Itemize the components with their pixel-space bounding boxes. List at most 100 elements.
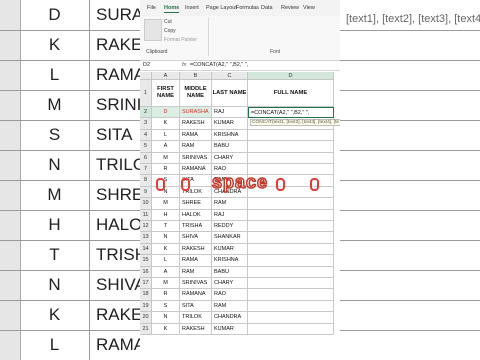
- tab-data[interactable]: Data: [261, 5, 273, 11]
- cell-last-name[interactable]: SHANKAR: [212, 232, 248, 244]
- copy-button[interactable]: Copy: [164, 28, 176, 34]
- tab-file[interactable]: File: [147, 5, 156, 11]
- cell-last-name[interactable]: RAJ: [212, 107, 248, 119]
- cell-last-name[interactable]: KRISHNA: [212, 255, 248, 267]
- cell-middle-name[interactable]: SRINIVAS: [180, 152, 212, 164]
- header-last-name[interactable]: LAST NAME: [212, 80, 248, 107]
- cell-middle-name[interactable]: SRINIVAS: [180, 278, 212, 290]
- cell-full-name[interactable]: [248, 232, 334, 244]
- column-header-b[interactable]: B: [180, 72, 212, 80]
- cell-last-name[interactable]: KUMAR: [212, 118, 248, 130]
- row-header[interactable]: 12: [140, 221, 152, 233]
- cell-first-name[interactable]: N: [152, 232, 180, 244]
- header-full-name[interactable]: FULL NAME: [248, 80, 334, 107]
- tab-formulas[interactable]: Formulas: [236, 5, 259, 11]
- cell-last-name[interactable]: RAM: [212, 300, 248, 313]
- cell-full-name[interactable]: [248, 198, 334, 210]
- cell-first-name[interactable]: L: [152, 129, 180, 142]
- header-first-name[interactable]: FIRST NAME: [152, 80, 180, 107]
- cell-last-name[interactable]: BABU: [212, 266, 248, 278]
- row-header[interactable]: 4: [140, 129, 152, 142]
- row-header[interactable]: 20: [140, 312, 152, 324]
- row-header[interactable]: 11: [140, 209, 152, 221]
- row-header[interactable]: 2: [140, 107, 152, 119]
- row-header[interactable]: 14: [140, 243, 152, 256]
- cell-first-name[interactable]: H: [152, 209, 180, 221]
- corner-select-all[interactable]: [140, 72, 152, 80]
- cell-full-name[interactable]: [248, 221, 334, 233]
- tab-page-layout[interactable]: Page Layout: [206, 5, 237, 11]
- format-painter-button[interactable]: Format Painter: [164, 37, 197, 43]
- cell-last-name[interactable]: RAM: [212, 198, 248, 210]
- cell-last-name[interactable]: CHARY: [212, 152, 248, 164]
- cell-middle-name[interactable]: RAM: [180, 141, 212, 153]
- row-header[interactable]: 8: [140, 175, 152, 187]
- cell-full-name[interactable]: [248, 323, 334, 335]
- cell-middle-name[interactable]: RAMA: [180, 129, 212, 142]
- tab-view[interactable]: View: [303, 5, 315, 11]
- formula-input[interactable]: =CONCAT(A2," ",B2," ",: [190, 62, 248, 68]
- cut-button[interactable]: Cut: [164, 19, 172, 25]
- cell-first-name[interactable]: A: [152, 266, 180, 278]
- cell-full-name[interactable]: [248, 255, 334, 267]
- cell-full-name[interactable]: [248, 289, 334, 301]
- row-header[interactable]: 6: [140, 152, 152, 164]
- cell-first-name[interactable]: T: [152, 221, 180, 233]
- row-header[interactable]: 17: [140, 278, 152, 290]
- column-header-c[interactable]: C: [212, 72, 248, 80]
- cell-middle-name[interactable]: SHREE: [180, 198, 212, 210]
- cell-middle-name[interactable]: RAM: [180, 266, 212, 278]
- row-header[interactable]: 9: [140, 186, 152, 199]
- cell-full-name[interactable]: [248, 278, 334, 290]
- cell-last-name[interactable]: BABU: [212, 141, 248, 153]
- row-header[interactable]: 19: [140, 300, 152, 313]
- worksheet-grid[interactable]: A B C D 1 FIRST NAME MIDDLE NAME LAST NAME FULL …: [140, 72, 340, 360]
- cell-first-name[interactable]: L: [152, 255, 180, 267]
- cell-first-name[interactable]: K: [152, 243, 180, 256]
- row-header[interactable]: 3: [140, 118, 152, 130]
- paste-icon[interactable]: [144, 19, 162, 41]
- row-header[interactable]: 10: [140, 198, 152, 210]
- row-header[interactable]: 7: [140, 164, 152, 176]
- cell-full-name[interactable]: [248, 266, 334, 278]
- row-header[interactable]: 13: [140, 232, 152, 244]
- cell-middle-name[interactable]: HALOK: [180, 209, 212, 221]
- cell-last-name[interactable]: CHANDRA: [212, 312, 248, 324]
- cell-first-name[interactable]: R: [152, 164, 180, 176]
- cell-first-name[interactable]: S: [152, 300, 180, 313]
- cell-first-name[interactable]: K: [152, 118, 180, 130]
- cell-middle-name[interactable]: SURASHA: [180, 107, 212, 119]
- cell-full-name[interactable]: [248, 209, 334, 221]
- cell-middle-name[interactable]: RAMANA: [180, 289, 212, 301]
- row-header[interactable]: 15: [140, 255, 152, 267]
- cell-middle-name[interactable]: TRISHA: [180, 221, 212, 233]
- cell-first-name[interactable]: D: [152, 107, 180, 119]
- cell-first-name[interactable]: M: [152, 198, 180, 210]
- cell-last-name[interactable]: RAO: [212, 289, 248, 301]
- row-header-1[interactable]: 1: [140, 80, 152, 107]
- cell-middle-name[interactable]: SITA: [180, 300, 212, 313]
- cell-full-name[interactable]: [248, 129, 334, 142]
- tab-review[interactable]: Review: [281, 5, 299, 11]
- cell-first-name[interactable]: A: [152, 141, 180, 153]
- cell-last-name[interactable]: REDDY: [212, 221, 248, 233]
- cell-middle-name[interactable]: TRILOK: [180, 312, 212, 324]
- cell-last-name[interactable]: KUMAR: [212, 323, 248, 335]
- cell-full-name[interactable]: [248, 152, 334, 164]
- fx-icon[interactable]: fx: [182, 62, 186, 68]
- cell-middle-name[interactable]: RAKESH: [180, 243, 212, 256]
- cell-middle-name[interactable]: RAKESH: [180, 118, 212, 130]
- cell-full-name[interactable]: [248, 243, 334, 256]
- header-middle-name[interactable]: MIDDLE NAME: [180, 80, 212, 107]
- cell-full-name[interactable]: [248, 312, 334, 324]
- tab-home[interactable]: Home: [164, 5, 180, 13]
- row-header[interactable]: 18: [140, 289, 152, 301]
- row-header[interactable]: 5: [140, 141, 152, 153]
- name-box[interactable]: D2: [143, 62, 150, 68]
- cell-last-name[interactable]: RAJ: [212, 209, 248, 221]
- column-header-d[interactable]: D: [248, 72, 334, 80]
- cell-first-name[interactable]: K: [152, 323, 180, 335]
- cell-middle-name[interactable]: RAKESH: [180, 323, 212, 335]
- cell-full-name[interactable]: [248, 300, 334, 313]
- tab-insert[interactable]: Insert: [185, 5, 199, 11]
